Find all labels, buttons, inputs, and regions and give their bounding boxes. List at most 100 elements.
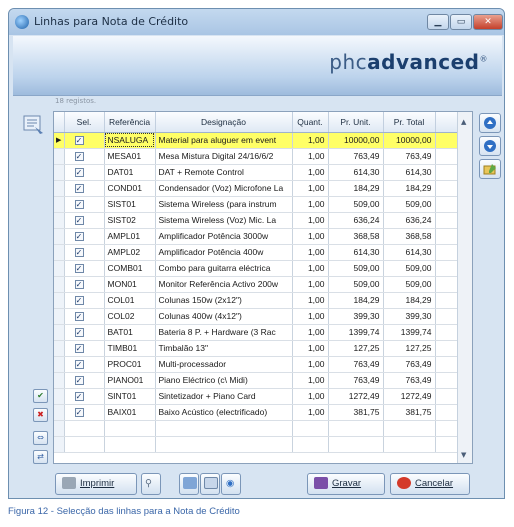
cell-quant[interactable]: 1,00 — [292, 180, 329, 197]
cell-referencia[interactable]: COND01 — [104, 180, 156, 197]
checkbox[interactable]: ✓ — [74, 264, 84, 273]
cell-quant[interactable]: 1,00 — [292, 212, 329, 229]
cell-pr-unit[interactable]: 614,30 — [328, 244, 384, 261]
cell-referencia[interactable]: DAT01 — [104, 164, 156, 181]
cell-pr-unit[interactable]: 636,24 — [328, 212, 384, 229]
table-row[interactable]: ✓ SIST02 Sistema Wireless (Voz) Mic. La 1,0… — [54, 212, 465, 229]
checkbox[interactable]: ✓ — [74, 280, 84, 289]
cell-designacao[interactable]: Amplificador Potência 3000w — [155, 228, 293, 245]
checkbox[interactable]: ✓ — [74, 344, 84, 353]
cell-pr-total[interactable]: 509,00 — [383, 260, 436, 277]
cell-referencia[interactable]: MESA01 — [104, 148, 156, 165]
cell-pr-unit[interactable]: 1272,49 — [328, 388, 384, 405]
cell-referencia[interactable]: BAT01 — [104, 324, 156, 341]
scroll-up-icon[interactable]: ▲ — [461, 118, 466, 126]
row-select-checkbox[interactable]: ✓ — [64, 276, 105, 293]
maximize-button[interactable]: ▭ — [450, 14, 472, 30]
cell-designacao[interactable]: Timbalão 13" — [155, 340, 293, 357]
expand-button[interactable]: ⇔ — [33, 431, 48, 445]
row-select-checkbox[interactable]: ✓ — [64, 164, 105, 181]
table-row[interactable]: ✓ PROC01 Multi-processador 1,00 763,49 763,49 — [54, 356, 465, 373]
cell-designacao[interactable]: Mesa Mistura Digital 24/16/6/2 — [155, 148, 293, 165]
cell-pr-total[interactable]: 614,30 — [383, 244, 436, 261]
column-header-pr-total[interactable]: Pr. Total — [383, 112, 436, 133]
cell-referencia[interactable]: COL01 — [104, 292, 156, 309]
cell-pr-total[interactable]: 763,49 — [383, 356, 436, 373]
cell-referencia[interactable]: MON01 — [104, 276, 156, 293]
cell-quant[interactable]: 1,00 — [292, 196, 329, 213]
checkbox[interactable]: ✓ — [74, 152, 84, 161]
cell-quant[interactable]: 1,00 — [292, 292, 329, 309]
cell-designacao[interactable]: Sintetizador + Piano Card — [155, 388, 293, 405]
cell-referencia[interactable]: AMPL01 — [104, 228, 156, 245]
table-row[interactable]: ✓ MESA01 Mesa Mistura Digital 24/16/6/2 1,0… — [54, 148, 465, 165]
collapse-button[interactable]: ⇄ — [33, 450, 48, 464]
minimize-button[interactable]: ▁ — [427, 14, 449, 30]
cell-quant[interactable]: 1,00 — [292, 372, 329, 389]
cell-referencia[interactable]: PROC01 — [104, 356, 156, 373]
edit-lines-button[interactable] — [479, 159, 501, 179]
cell-pr-total[interactable]: 10000,00 — [383, 132, 436, 149]
row-select-checkbox[interactable]: ✓ — [64, 132, 105, 149]
cell-pr-unit[interactable]: 509,00 — [328, 260, 384, 277]
table-row[interactable]: ✓ COMB01 Combo para guitarra eléctrica 1,00… — [54, 260, 465, 277]
checkbox[interactable]: ✓ — [74, 392, 84, 401]
scroll-down-icon[interactable]: ▼ — [461, 451, 466, 459]
cell-quant[interactable]: 1,00 — [292, 132, 329, 149]
cell-pr-unit[interactable]: 763,49 — [328, 372, 384, 389]
checkbox[interactable]: ✓ — [74, 360, 84, 369]
table-row[interactable]: ✓ TIMB01 Timbalão 13" 1,00 127,25 127,25 — [54, 340, 465, 357]
checkbox[interactable]: ✓ — [74, 312, 84, 321]
row-select-checkbox[interactable]: ✓ — [64, 372, 105, 389]
table-row[interactable]: ✓ SIST01 Sistema Wireless (para instrum 1,0… — [54, 196, 465, 213]
checkbox[interactable]: ✓ — [74, 408, 84, 417]
cell-pr-unit[interactable]: 763,49 — [328, 148, 384, 165]
cell-quant[interactable]: 1,00 — [292, 148, 329, 165]
cell-pr-total[interactable]: 1399,74 — [383, 324, 436, 341]
checkbox[interactable]: ✓ — [74, 168, 84, 177]
cell-referencia[interactable]: COL02 — [104, 308, 156, 325]
cell-quant[interactable]: 1,00 — [292, 324, 329, 341]
cell-designacao[interactable]: Sistema Wireless (para instrum — [155, 196, 293, 213]
cell-quant[interactable]: 1,00 — [292, 260, 329, 277]
checkbox[interactable]: ✓ — [74, 328, 84, 337]
cell-pr-unit[interactable]: 184,29 — [328, 292, 384, 309]
cell-pr-unit[interactable]: 1399,74 — [328, 324, 384, 341]
checkbox[interactable]: ✓ — [74, 136, 84, 145]
table-row[interactable]: ✓ COND01 Condensador (Voz) Microfone La 1,0… — [54, 180, 465, 197]
checkbox[interactable]: ✓ — [74, 216, 84, 225]
cell-designacao[interactable]: Multi-processador — [155, 356, 293, 373]
table-row[interactable]: ✓ PIANO01 Piano Eléctrico (c\ Midi) 1,00 763… — [54, 372, 465, 389]
cell-pr-total[interactable]: 636,24 — [383, 212, 436, 229]
cell-referencia[interactable]: NSALUGA — [104, 132, 156, 149]
search-button[interactable]: ⚲ — [141, 473, 161, 495]
table-row[interactable]: ▶ ✓ NSALUGA Material para aluguer em event 1… — [54, 132, 465, 149]
cell-pr-unit[interactable]: 184,29 — [328, 180, 384, 197]
cell-pr-total[interactable]: 368,58 — [383, 228, 436, 245]
cell-pr-total[interactable]: 399,30 — [383, 308, 436, 325]
cell-quant[interactable]: 1,00 — [292, 228, 329, 245]
table-row[interactable]: ✓ BAIX01 Baixo Acústico (electrificado) 1,0… — [54, 404, 465, 421]
cell-quant[interactable]: 1,00 — [292, 276, 329, 293]
cell-quant[interactable]: 1,00 — [292, 164, 329, 181]
table-row[interactable]: ✓ BAT01 Bateria 8 P. + Hardware (3 Rac 1,00… — [54, 324, 465, 341]
cell-quant[interactable]: 1,00 — [292, 388, 329, 405]
cell-quant[interactable]: 1,00 — [292, 340, 329, 357]
web-button[interactable]: ◉ — [221, 473, 241, 495]
column-header-sel[interactable]: Sel. — [64, 112, 105, 133]
cell-pr-unit[interactable]: 763,49 — [328, 356, 384, 373]
cell-pr-unit[interactable]: 509,00 — [328, 196, 384, 213]
cell-designacao[interactable]: Combo para guitarra eléctrica — [155, 260, 293, 277]
grid-view-button[interactable] — [200, 473, 220, 495]
row-select-checkbox[interactable]: ✓ — [64, 260, 105, 277]
table-row[interactable]: ✓ DAT01 DAT + Remote Control 1,00 614,30 614,… — [54, 164, 465, 181]
column-header-designacao[interactable]: Designação — [155, 112, 293, 133]
cell-designacao[interactable]: Colunas 400w (4x12") — [155, 308, 293, 325]
row-select-checkbox[interactable]: ✓ — [64, 292, 105, 309]
export-button[interactable] — [179, 473, 199, 495]
cell-referencia[interactable]: TIMB01 — [104, 340, 156, 357]
cell-pr-total[interactable]: 763,49 — [383, 372, 436, 389]
cell-referencia[interactable]: PIANO01 — [104, 372, 156, 389]
cell-pr-total[interactable]: 184,29 — [383, 180, 436, 197]
checkbox[interactable]: ✓ — [74, 376, 84, 385]
